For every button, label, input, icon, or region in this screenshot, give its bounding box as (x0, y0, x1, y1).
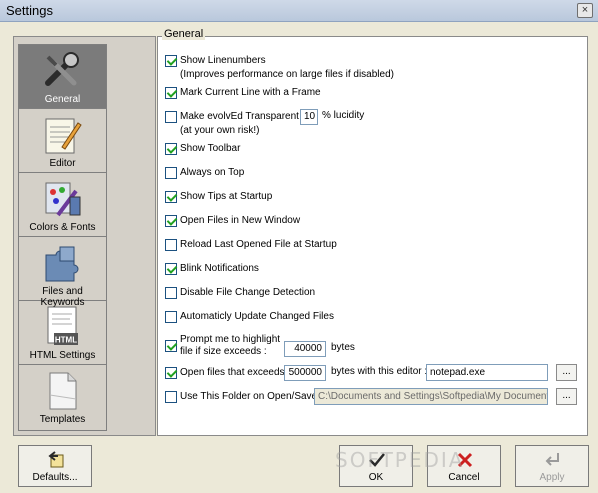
option-sublabel: (Improves performance on large files if … (180, 69, 394, 80)
checkbox[interactable] (165, 55, 177, 67)
checkbox[interactable] (165, 111, 177, 123)
option-label: Make evolvEd Transparent (180, 111, 299, 122)
group-legend: General (162, 28, 206, 40)
cancel-label: Cancel (448, 472, 480, 483)
option-sublabel: (at your own risk!) (180, 125, 260, 136)
checkbox[interactable] (165, 239, 177, 251)
option-label: Reload Last Opened File at Startup (180, 239, 337, 250)
sidebar-item-templates[interactable]: Templates (19, 365, 106, 429)
option-label: Mark Current Line with a Frame (180, 87, 321, 98)
option-label: Show Tips at Startup (180, 191, 273, 202)
checkbox[interactable] (165, 311, 177, 323)
sidebar-item-label: Templates (39, 414, 86, 425)
lucidity-suffix: % lucidity (322, 110, 365, 121)
sidebar-item-label: Colors & Fonts (29, 222, 96, 233)
option-label: Show Toolbar (180, 143, 241, 154)
reset-icon (48, 451, 64, 468)
option-label: Open files that exceeds (180, 367, 285, 378)
highlight-size-input[interactable]: 40000 (284, 341, 326, 357)
checkbox[interactable] (165, 167, 177, 179)
checkbox[interactable] (165, 367, 177, 379)
browse-editor-button[interactable]: ... (556, 364, 577, 381)
notepad-icon (45, 118, 82, 154)
bytes-with-editor-label: bytes with this editor : (331, 366, 428, 377)
folder-path-field[interactable]: C:\Documents and Settings\Softpedia\My D… (314, 388, 548, 405)
checkbox[interactable] (165, 215, 177, 227)
puzzle-icon (45, 246, 79, 282)
checkbox[interactable] (165, 340, 177, 352)
template-page-icon (49, 372, 77, 410)
sidebar-item-html-settings[interactable]: HTML HTML Settings (19, 301, 106, 365)
category-sidebar: General Editor Colors & Fonts Files and … (18, 44, 107, 431)
option-label: Show Linenumbers (180, 55, 266, 66)
sidebar-item-files-keywords[interactable]: Files and Keywords (19, 237, 106, 308)
checkbox[interactable] (165, 87, 177, 99)
ok-label: OK (368, 472, 384, 483)
option-label: Use This Folder on Open/Save: (180, 391, 320, 402)
tools-icon (45, 52, 79, 86)
apply-label: Apply (539, 472, 565, 483)
option-label: Open Files in New Window (180, 215, 301, 226)
close-button[interactable]: × (577, 3, 593, 18)
sidebar-item-colors-fonts[interactable]: Colors & Fonts (19, 173, 106, 237)
checkbox[interactable] (165, 143, 177, 155)
html-page-icon: HTML (47, 306, 78, 345)
option-label: Blink Notifications (180, 263, 259, 274)
external-editor-field[interactable]: notepad.exe (426, 364, 548, 381)
option-label: Always on Top (180, 167, 245, 178)
checkbox[interactable] (165, 391, 177, 403)
checkbox[interactable] (165, 287, 177, 299)
browse-folder-button[interactable]: ... (556, 388, 577, 405)
watermark: SOFTPEDIA (335, 448, 465, 472)
sidebar-item-editor[interactable]: Editor (19, 109, 106, 173)
bytes-label: bytes (331, 342, 355, 353)
palette-icon (45, 182, 81, 217)
apply-button[interactable]: Apply (515, 445, 589, 487)
sidebar-item-label: HTML Settings (29, 350, 96, 361)
sidebar-item-label: General (44, 94, 81, 105)
sidebar-item-general[interactable]: General (19, 45, 106, 109)
lucidity-input[interactable]: 10 (300, 109, 318, 125)
option-label: Disable File Change Detection (180, 287, 316, 298)
option-label: Prompt me to highlight (180, 334, 281, 345)
checkbox[interactable] (165, 263, 177, 275)
close-icon: × (581, 4, 589, 16)
title-bar: Settings × (0, 0, 598, 22)
option-label: Automaticly Update Changed Files (180, 311, 334, 322)
checkbox[interactable] (165, 191, 177, 203)
svg-text:HTML: HTML (55, 336, 77, 345)
sidebar-item-label: Editor (49, 158, 76, 169)
window-title: Settings (6, 3, 53, 18)
apply-arrow-icon (545, 453, 559, 466)
large-file-size-input[interactable]: 500000 (284, 365, 326, 381)
defaults-label: Defaults... (32, 472, 78, 483)
defaults-button[interactable]: Defaults... (18, 445, 92, 487)
option-sublabel: file if size exceeds : (180, 346, 267, 357)
